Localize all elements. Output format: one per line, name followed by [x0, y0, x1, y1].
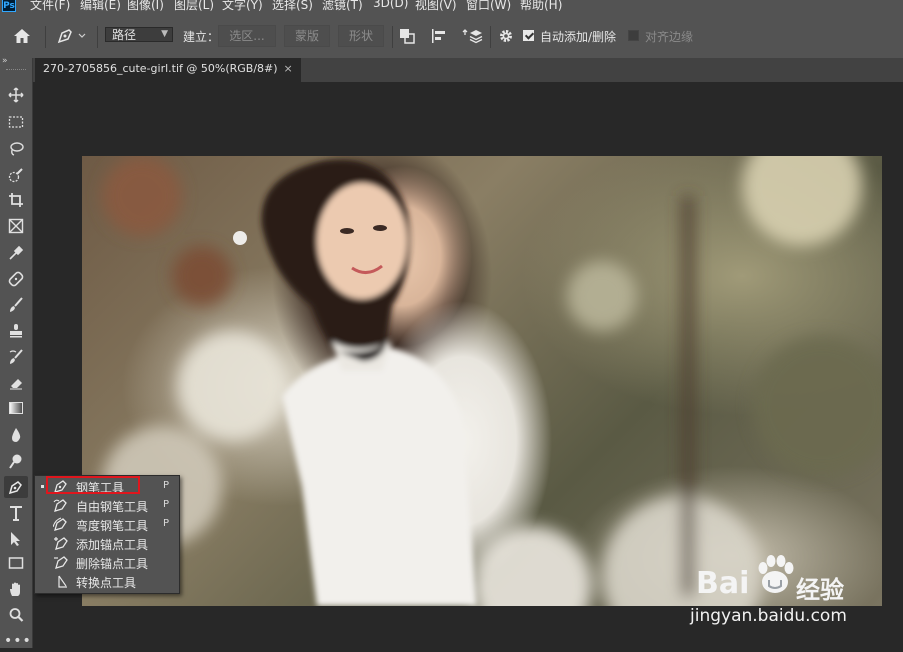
chevron-down-icon: ▼: [161, 29, 168, 39]
baidu-jingyan-watermark: Bai 经验 jingyan.baidu.com: [690, 548, 870, 628]
frame-tool-icon[interactable]: [4, 215, 28, 237]
flyout-item-shortcut: P: [163, 518, 170, 529]
document-tab[interactable]: 270-2705856_cute-girl.tif @ 50%(RGB/8#) ×: [35, 58, 301, 82]
flyout-item-label: 转换点工具: [76, 576, 137, 590]
dodge-tool-icon[interactable]: [4, 450, 28, 472]
gradient-tool-icon[interactable]: [4, 397, 28, 419]
flyout-item-label: 自由钢笔工具: [76, 500, 149, 514]
watermark-url: jingyan.baidu.com: [690, 606, 847, 626]
options-separator: [97, 26, 98, 48]
photo-illustration: [102, 156, 882, 606]
flyout-item-convert-point-tool[interactable]: 转换点工具: [35, 572, 179, 591]
document-tab-bar: 270-2705856_cute-girl.tif @ 50%(RGB/8#) ×: [33, 58, 903, 82]
convert-point-icon: [58, 575, 67, 588]
menu-edit[interactable]: 编辑(E): [80, 0, 121, 13]
auto-add-delete-checkbox[interactable]: [523, 30, 534, 41]
photoshop-logo: Ps: [2, 0, 16, 12]
make-mask-button[interactable]: 蒙版: [284, 25, 330, 47]
panel-grip[interactable]: [6, 69, 26, 72]
menu-type[interactable]: 文字(Y): [222, 0, 263, 13]
flyout-item-label: 添加锚点工具: [76, 538, 149, 552]
watermark-brand-left: Bai: [696, 566, 750, 601]
move-tool-icon[interactable]: [4, 84, 28, 106]
menu-filter[interactable]: 滤镜(T): [322, 0, 363, 13]
home-icon[interactable]: [12, 14, 32, 58]
canvas-image[interactable]: [82, 156, 882, 606]
options-separator: [490, 26, 491, 48]
flyout-item-shortcut: P: [163, 499, 170, 510]
pen-tool-icon[interactable]: [4, 476, 28, 498]
quick-selection-tool-icon[interactable]: [4, 164, 28, 186]
path-selection-tool-icon[interactable]: [4, 528, 28, 550]
eraser-tool-icon[interactable]: [4, 372, 28, 394]
menu-bar: Ps 文件(F) 编辑(E) 图像(I) 图层(L) 文字(Y) 选择(S) 滤…: [0, 0, 903, 14]
path-operations-icon[interactable]: [398, 14, 416, 58]
flyout-item-shortcut: P: [163, 480, 170, 491]
options-separator: [392, 26, 393, 48]
flyout-item-delete-anchor-tool[interactable]: 删除锚点工具: [35, 553, 179, 572]
history-brush-tool-icon[interactable]: [4, 346, 28, 368]
menu-help[interactable]: 帮助(H): [520, 0, 562, 13]
align-edges-label: 对齐边缘: [645, 30, 694, 44]
close-icon[interactable]: ×: [284, 62, 293, 75]
paw-logo-icon: [758, 555, 794, 593]
menu-select[interactable]: 选择(S): [272, 0, 313, 13]
flyout-item-add-anchor-tool[interactable]: 添加锚点工具: [35, 534, 179, 553]
menu-3d[interactable]: 3D(D): [373, 0, 408, 10]
menu-view[interactable]: 视图(V): [415, 0, 457, 13]
curvature-pen-icon: [53, 517, 67, 531]
menu-window[interactable]: 窗口(W): [466, 0, 511, 13]
options-separator: [45, 26, 46, 48]
flyout-item-freeform-pen-tool[interactable]: 自由钢笔工具 P: [35, 496, 179, 515]
brush-tool-icon[interactable]: [4, 294, 28, 316]
freeform-pen-icon: [53, 499, 67, 512]
blur-tool-icon[interactable]: [4, 424, 28, 446]
make-label: 建立：: [183, 30, 220, 44]
healing-brush-tool-icon[interactable]: [4, 268, 28, 290]
menu-image[interactable]: 图像(I): [127, 0, 164, 13]
gear-icon[interactable]: [497, 14, 515, 58]
flyout-item-label: 弯度钢笔工具: [76, 519, 149, 533]
flyout-item-label: 删除锚点工具: [76, 557, 149, 571]
eyedropper-tool-icon[interactable]: [4, 242, 28, 264]
active-tool-indicator: [41, 485, 44, 488]
tool-preset-pen-icon[interactable]: [56, 14, 86, 58]
mode-select-value: 路径: [112, 28, 137, 42]
watermark-brand-right: 经验: [796, 576, 844, 604]
path-arrangement-icon[interactable]: [462, 14, 484, 58]
options-bar: 路径 ▼ 建立： 选区... 蒙版 形状 自动添加/删除 对齐边缘: [0, 14, 903, 59]
zoom-tool-icon[interactable]: [4, 604, 28, 626]
path-alignment-icon[interactable]: [430, 14, 450, 58]
type-tool-icon[interactable]: [4, 502, 28, 524]
highlight-annotation: [46, 476, 140, 494]
menu-file[interactable]: 文件(F): [30, 0, 70, 13]
crop-tool-icon[interactable]: [4, 189, 28, 211]
clone-stamp-tool-icon[interactable]: [4, 320, 28, 342]
hand-tool-icon[interactable]: [4, 578, 28, 600]
make-shape-button[interactable]: 形状: [338, 25, 384, 47]
flyout-item-curvature-pen-tool[interactable]: 弯度钢笔工具 P: [35, 515, 179, 534]
marquee-tool-icon[interactable]: [4, 111, 28, 133]
document-tab-title: 270-2705856_cute-girl.tif @ 50%(RGB/8#): [43, 62, 278, 75]
delete-anchor-icon: [54, 556, 68, 569]
mode-select[interactable]: 路径 ▼: [105, 27, 173, 42]
auto-add-delete-label: 自动添加/删除: [540, 30, 617, 44]
lasso-tool-icon[interactable]: [4, 138, 28, 160]
tools-panel: » •••: [0, 56, 33, 649]
collapse-panel-icon[interactable]: »: [2, 56, 8, 66]
menu-layer[interactable]: 图层(L): [174, 0, 214, 13]
rectangle-tool-icon[interactable]: [4, 552, 28, 574]
add-anchor-icon: [54, 537, 68, 550]
make-selection-button[interactable]: 选区...: [218, 25, 276, 47]
align-edges-checkbox[interactable]: [628, 30, 639, 41]
more-tools-icon[interactable]: •••: [4, 630, 31, 652]
